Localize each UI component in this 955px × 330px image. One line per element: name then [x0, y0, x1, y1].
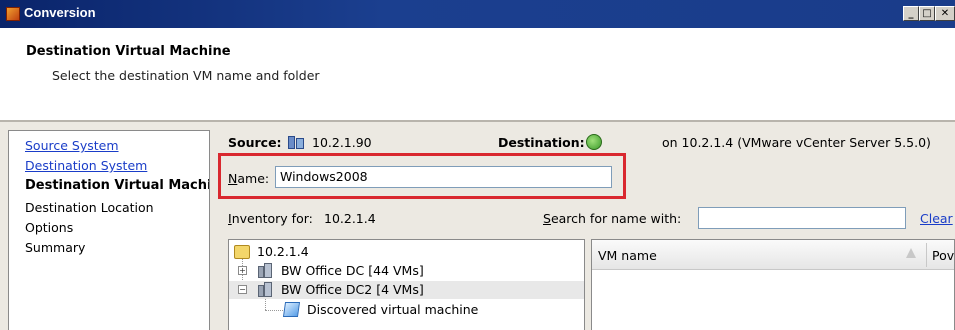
tree-node-row[interactable]: + BW Office DC [44 VMs] [229, 262, 584, 280]
wizard-steps-sidebar: Source System Destination System Destina… [8, 130, 210, 330]
inventory-value: 10.2.1.4 [324, 211, 376, 226]
sidebar-item-destination-location: Destination Location [25, 200, 154, 215]
search-input[interactable] [698, 207, 906, 229]
sort-icon [906, 248, 916, 258]
name-label: Name: [228, 171, 270, 186]
tree-root-row[interactable]: 10.2.1.4 [229, 243, 584, 261]
window-title: Conversion [24, 5, 96, 20]
page-title: Destination Virtual Machine [26, 44, 231, 59]
wizard-header: Destination Virtual Machine Select the d… [0, 28, 955, 120]
tree-node-row[interactable]: Discovered virtual machine [229, 301, 584, 319]
tree-node-label: Discovered virtual machine [307, 302, 479, 317]
page-subtitle: Select the destination VM name and folde… [52, 68, 320, 83]
clear-link[interactable]: Clear [920, 211, 953, 226]
tree-node-row[interactable]: − BW Office DC2 [4 VMs] [229, 281, 584, 299]
column-header-vm-name[interactable]: VM name [598, 248, 657, 263]
column-separator[interactable] [926, 243, 927, 267]
destination-label: Destination: [498, 135, 585, 150]
source-value: 10.2.1.90 [312, 135, 372, 150]
tree-root-label: 10.2.1.4 [257, 244, 309, 259]
vm-list[interactable]: VM name Pov [591, 239, 955, 330]
title-bar: Conversion _ □ ✕ [0, 0, 955, 28]
sidebar-item-destination-virtual-machine: Destination Virtual Machi [25, 178, 210, 193]
sidebar-item-source-system[interactable]: Source System [25, 138, 119, 153]
sidebar-item-destination-system[interactable]: Destination System [25, 158, 147, 173]
vm-name-input[interactable]: Windows2008 [275, 166, 612, 188]
app-icon [6, 7, 20, 21]
vcenter-icon [586, 134, 602, 150]
maximize-button[interactable]: □ [919, 6, 935, 21]
source-label: Source: [228, 135, 282, 150]
server-icon [288, 136, 304, 149]
tree-collapse-icon[interactable]: − [238, 285, 247, 294]
tree-node-label: BW Office DC2 [4 VMs] [281, 282, 424, 297]
sidebar-item-options: Options [25, 220, 74, 235]
search-label: Search for name with: [543, 211, 682, 226]
tree-node-label: BW Office DC [44 VMs] [281, 263, 424, 278]
datacenter-icon [258, 263, 272, 278]
column-header-power[interactable]: Pov [932, 248, 954, 263]
sidebar-item-summary: Summary [25, 240, 86, 255]
destination-value: on 10.2.1.4 (VMware vCenter Server 5.5.0… [662, 135, 931, 150]
inventory-tree[interactable]: 10.2.1.4 + BW Office DC [44 VMs] − BW Of… [228, 239, 585, 330]
vm-folder-icon [282, 302, 301, 317]
inventory-label: Inventory for: [228, 211, 313, 226]
folder-icon [234, 245, 250, 259]
close-button[interactable]: ✕ [935, 6, 955, 21]
minimize-button[interactable]: _ [903, 6, 919, 21]
vm-list-header: VM name Pov [592, 240, 954, 270]
tree-expand-icon[interactable]: + [238, 266, 247, 275]
datacenter-icon [258, 282, 272, 297]
